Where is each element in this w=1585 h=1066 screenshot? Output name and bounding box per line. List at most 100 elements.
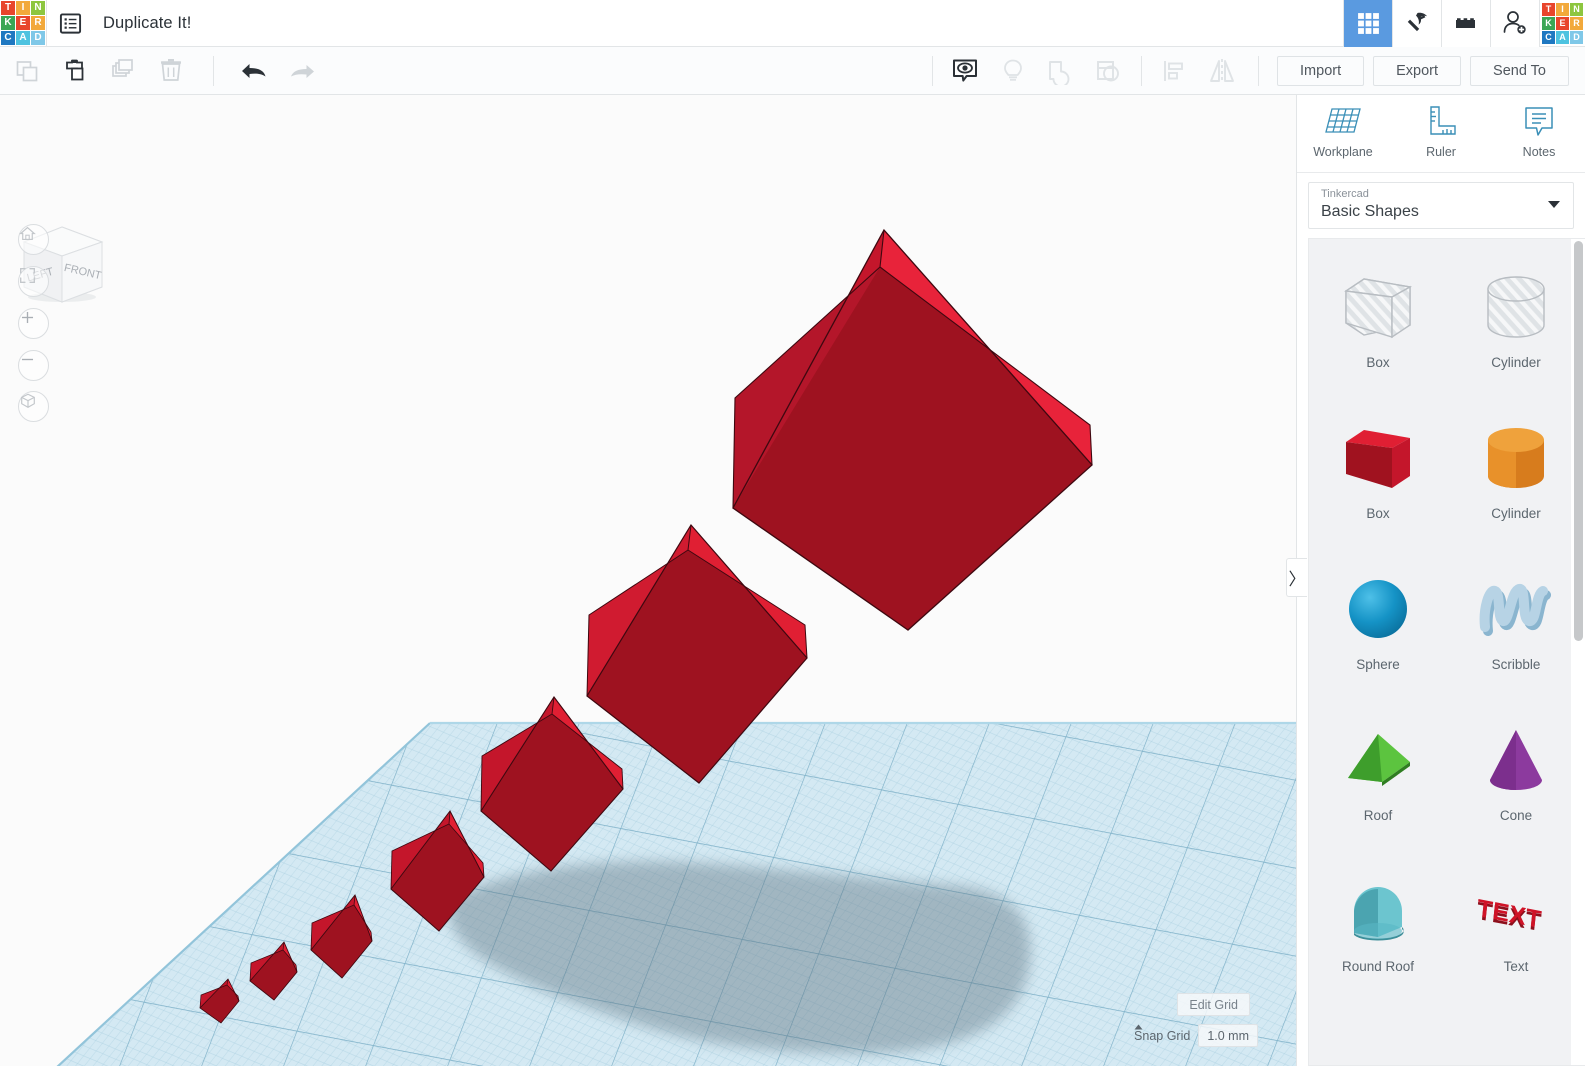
project-menu-button[interactable]	[47, 0, 93, 46]
shape-text[interactable]: TEXT TEXT Text	[1447, 851, 1585, 1002]
duplicate-button[interactable]	[99, 47, 147, 94]
page-title: Duplicate It!	[103, 13, 192, 32]
shape-sphere-label: Sphere	[1356, 657, 1400, 672]
cone-thumb	[1470, 714, 1562, 806]
edit-grid-button[interactable]: Edit Grid	[1177, 993, 1250, 1016]
show-hide-button[interactable]	[941, 47, 989, 94]
copy-button[interactable]	[3, 47, 51, 94]
delete-button[interactable]	[147, 47, 195, 94]
panel-collapse-button[interactable]: 〉	[1286, 558, 1307, 597]
header-right-tools: T I N K E R C A D	[1343, 0, 1585, 47]
scribble-thumb	[1470, 563, 1562, 655]
eye-bubble-icon	[953, 59, 978, 82]
zoom-out-button[interactable]	[18, 350, 49, 381]
shape-library-dropdown[interactable]: Tinkercad Basic Shapes	[1308, 182, 1574, 229]
apps-grid-button[interactable]	[1343, 0, 1392, 47]
align-button[interactable]	[1150, 47, 1198, 94]
mirror-button[interactable]	[1198, 47, 1246, 94]
tinkercad-logo[interactable]: T I N K E R C A D	[0, 0, 46, 47]
right-panel: Workplane Ruler Notes Tinkercad Basic Sh…	[1296, 95, 1585, 1066]
shape-roof[interactable]: Roof	[1309, 700, 1447, 851]
toolbar-divider-4	[1258, 55, 1260, 86]
invite-person-button[interactable]	[1490, 0, 1539, 47]
paste-button[interactable]	[51, 47, 99, 94]
fit-all-icon	[20, 268, 35, 283]
fit-all-button[interactable]	[18, 266, 49, 297]
shape-library-value: Basic Shapes	[1321, 203, 1419, 220]
box-hole-thumb	[1332, 261, 1424, 353]
group-shapes-icon	[1049, 60, 1070, 85]
shape-cylinder-hole-label: Cylinder	[1491, 355, 1541, 370]
light-button[interactable]	[989, 47, 1037, 94]
redo-button[interactable]	[278, 47, 326, 94]
group-button[interactable]	[1037, 47, 1085, 94]
logo2-tile-c: C	[1542, 30, 1555, 44]
logo-tile-d: D	[31, 31, 45, 46]
chevron-down-icon	[1548, 201, 1560, 208]
send-to-button[interactable]: Send To	[1470, 55, 1569, 86]
round-roof-icon	[1354, 887, 1404, 941]
3d-viewport[interactable]: LEFT FRONT Edit Grid Snap	[0, 95, 1296, 1066]
red-box-7[interactable]	[732, 228, 1093, 631]
shape-round-roof[interactable]: Round Roof	[1309, 851, 1447, 1002]
home-view-button[interactable]	[18, 224, 49, 255]
snap-grid-control: Snap Grid 1.0 mm	[1134, 1024, 1258, 1047]
notes-tool[interactable]: Notes	[1506, 104, 1572, 159]
snap-grid-dropdown[interactable]: 1.0 mm	[1134, 1024, 1258, 1047]
shape-box-hole[interactable]: Box	[1309, 247, 1447, 398]
roof-thumb	[1332, 714, 1424, 806]
sphere-icon	[1349, 580, 1407, 638]
ungroup-shapes-icon	[1097, 60, 1119, 81]
workplane-tool[interactable]: Workplane	[1310, 104, 1376, 159]
cylinder-icon	[1488, 428, 1544, 488]
sphere-thumb	[1332, 563, 1424, 655]
logo-tile-t: T	[1, 0, 15, 15]
workplane-grid-icon	[1325, 108, 1361, 133]
toolbar-divider-3	[1141, 55, 1143, 86]
shape-cone[interactable]: Cone	[1447, 700, 1585, 851]
logo-tile-e: E	[16, 15, 30, 31]
shape-grid-container: Box Cylinder Box Cylinder Sphere Scribbl…	[1308, 238, 1585, 1066]
undo-button[interactable]	[230, 47, 278, 94]
cylinder-hole-icon	[1487, 276, 1545, 338]
export-button[interactable]: Export	[1373, 55, 1462, 86]
logo2-tile-k: K	[1542, 16, 1555, 30]
round-roof-thumb	[1332, 865, 1424, 957]
shape-cylinder[interactable]: Cylinder	[1447, 398, 1585, 549]
perspective-cube-icon	[21, 393, 35, 408]
notes-speech-icon	[1525, 107, 1553, 136]
import-button[interactable]: Import	[1277, 55, 1365, 86]
minecraft-button[interactable]	[1392, 0, 1441, 47]
shape-cone-label: Cone	[1499, 808, 1533, 823]
trash-icon	[161, 58, 181, 81]
shape-sphere[interactable]: Sphere	[1309, 549, 1447, 700]
ruler-tool[interactable]: Ruler	[1408, 104, 1474, 159]
shape-box[interactable]: Box	[1309, 398, 1447, 549]
workplane-tool-label: Workplane	[1313, 145, 1373, 159]
grid-apps-icon	[1357, 12, 1379, 34]
shape-scribble-label: Scribble	[1491, 657, 1541, 672]
ungroup-button[interactable]	[1085, 47, 1133, 94]
logo2-tile-i: I	[1556, 2, 1569, 16]
duplicate-icon	[112, 58, 133, 77]
shape-round-roof-label: Round Roof	[1341, 959, 1415, 974]
shape-box-hole-label: Box	[1366, 355, 1390, 370]
shape-roof-label: Roof	[1363, 808, 1393, 823]
shape-panel-scrollbar[interactable]	[1571, 239, 1585, 1065]
shape-scribble[interactable]: Scribble	[1447, 549, 1585, 700]
undo-arrow-icon	[242, 63, 266, 78]
ortho-perspective-button[interactable]	[18, 391, 49, 422]
zoom-in-button[interactable]	[18, 308, 49, 339]
blocks-button[interactable]	[1441, 0, 1490, 47]
shape-cylinder-hole[interactable]: Cylinder	[1447, 247, 1585, 398]
shape-box-label: Box	[1366, 506, 1390, 521]
cone-icon	[1490, 730, 1542, 790]
tinkercad-logo-right[interactable]: T I N K E R C A D	[1539, 0, 1585, 47]
panel-tools-row: Workplane Ruler Notes	[1297, 95, 1585, 173]
lightbulb-icon	[1004, 59, 1022, 81]
shape-grid: Box Cylinder Box Cylinder Sphere Scribbl…	[1309, 239, 1585, 1002]
logo2-tile-e: E	[1556, 16, 1569, 30]
redo-arrow-icon	[291, 64, 314, 78]
cylinder-thumb	[1470, 412, 1562, 504]
shape-panel-scroll-thumb[interactable]	[1574, 241, 1583, 641]
